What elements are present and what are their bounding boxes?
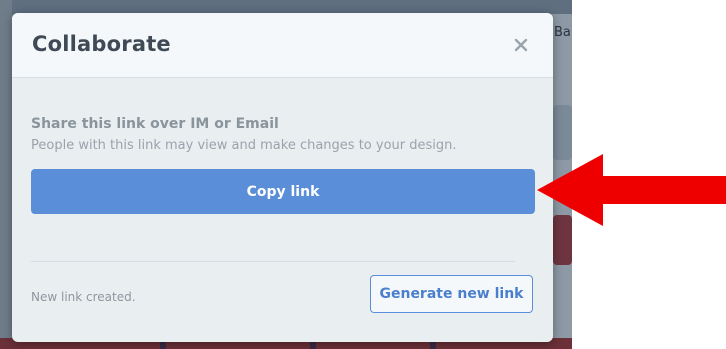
- red-arrow-annotation-icon: [537, 154, 726, 226]
- dialog-title: Collaborate: [32, 32, 171, 56]
- divider: [31, 261, 515, 262]
- background-partial-text: Ba: [554, 25, 571, 40]
- collaborate-dialog: Collaborate Share this link over IM or E…: [12, 13, 553, 342]
- generate-new-link-button[interactable]: Generate new link: [370, 275, 533, 313]
- close-icon[interactable]: [509, 33, 533, 57]
- background-left-strip: [0, 0, 12, 349]
- share-heading: Share this link over IM or Email: [31, 116, 279, 132]
- close-icon-glyph: [514, 38, 528, 52]
- share-description: People with this link may view and make …: [31, 138, 457, 153]
- status-text: New link created.: [31, 290, 136, 304]
- dialog-header: Collaborate: [12, 13, 553, 78]
- copy-link-button[interactable]: Copy link: [31, 169, 535, 214]
